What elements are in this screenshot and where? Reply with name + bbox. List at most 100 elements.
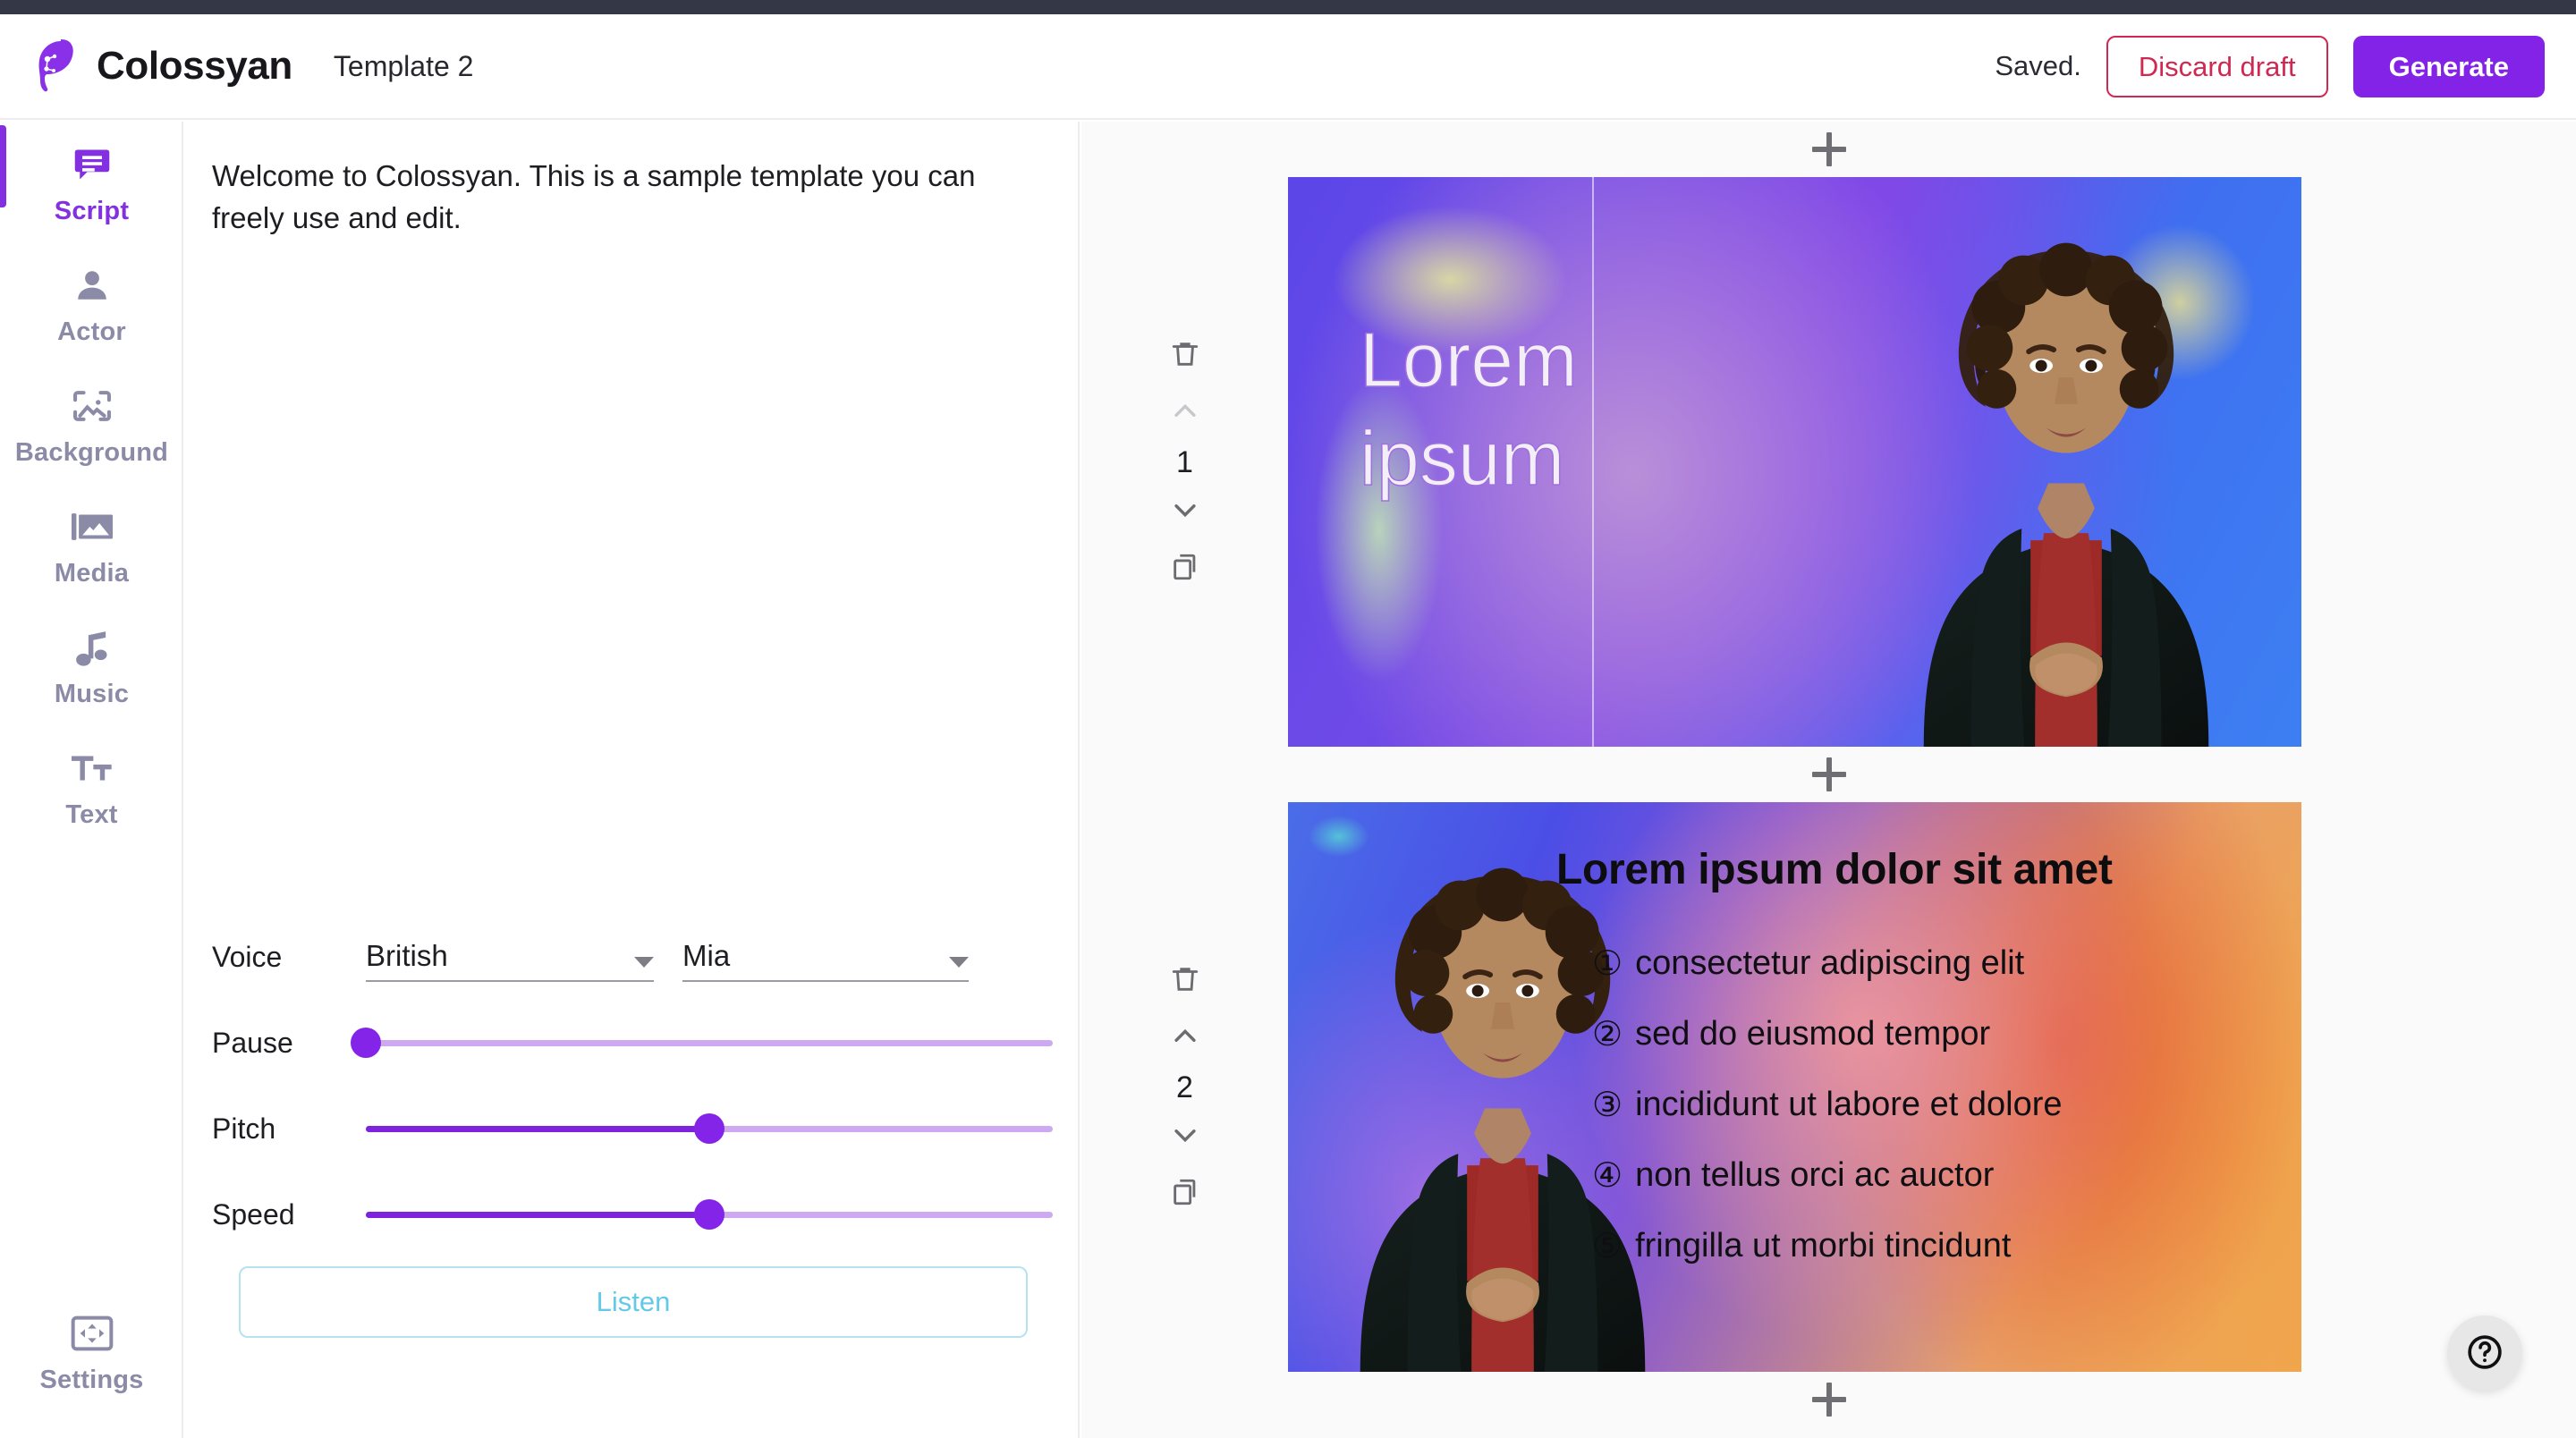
question-mark-circle-icon [2465,1332,2504,1375]
trash-icon [1170,339,1200,372]
person-icon [73,262,111,309]
pitch-row: Pitch [212,1086,1053,1172]
aspect-ratio-icon [71,1310,114,1357]
scene-bullet-list[interactable]: ① consectetur adipiscing elit ② sed do e… [1592,943,2272,1297]
pause-row: Pause [212,1000,1053,1086]
text-format-icon [71,745,113,791]
delete-scene-button[interactable] [1157,327,1214,385]
sidebar-item-label: Background [14,438,169,467]
discard-draft-button[interactable]: Discard draft [2106,35,2328,97]
voice-accent-value: British [366,939,448,972]
speed-slider[interactable] [366,1197,1053,1232]
list-text: incididunt ut labore et dolore [1635,1086,2063,1123]
scene-title-text[interactable]: Lorem ipsum [1359,311,1843,508]
sidebar-item-actor[interactable]: Actor [0,242,183,363]
app-window: Colossyan Template 2 Saved. Discard draf… [0,0,2576,1438]
slider-fill [366,1212,709,1218]
presenter-actor[interactable] [1856,177,2276,747]
save-status: Saved. [1995,50,2081,81]
image-frame-icon [72,383,113,429]
scene-preview[interactable]: Lorem ipsum dolor sit amet ① consectetur… [1288,802,2301,1372]
generate-button[interactable]: Generate [2352,35,2545,97]
sidebar-item-label: Script [54,197,130,225]
scenes-canvas: 1 Lorem ipsum 2 Lorem ipsum dolor sit am… [1081,122,2576,1438]
header-actions: Saved. Discard draft Generate [1995,35,2545,97]
help-button[interactable] [2447,1315,2522,1391]
list-item: ⑤ fringilla ut morbi tincidunt [1592,1226,2272,1266]
sidebar-item-script[interactable]: Script [0,122,183,242]
copy-icon [1170,552,1200,585]
app-header: Colossyan Template 2 Saved. Discard draf… [0,14,2576,120]
delete-scene-button[interactable] [1157,952,1214,1010]
brand-name: Colossyan [97,44,292,88]
listen-button[interactable]: Listen [239,1266,1028,1338]
window-titlebar [0,0,2576,14]
pause-label: Pause [212,1026,293,1059]
add-scene-button[interactable] [1809,1379,1850,1420]
duplicate-scene-button[interactable] [1157,540,1214,597]
pause-slider[interactable] [351,1025,1053,1061]
chevron-up-icon [1170,1021,1200,1054]
list-marker: ② [1592,1016,1623,1053]
scene-index: 2 [1176,1070,1193,1104]
music-note-icon [74,624,110,671]
duplicate-scene-button[interactable] [1157,1165,1214,1222]
voice-label: Voice [212,940,283,973]
scene-heading[interactable]: Lorem ipsum dolor sit amet [1556,845,2263,894]
slider-thumb[interactable] [351,1028,381,1058]
chevron-down-icon [634,957,654,968]
move-scene-down-button[interactable] [1157,1108,1214,1165]
sidebar-item-music[interactable]: Music [0,605,183,725]
sidebar-item-label: Text [65,800,118,829]
photo-stack-icon [71,503,113,550]
sidebar-item-background[interactable]: Background [0,363,183,484]
slider-thumb[interactable] [694,1199,724,1230]
script-panel: Welcome to Colossyan. This is a sample t… [185,122,1080,1438]
list-text: consectetur adipiscing elit [1635,944,2025,982]
trash-icon [1170,964,1200,997]
sidebar-item-label: Music [54,680,130,708]
chevron-down-icon [1170,1120,1200,1153]
move-scene-up-button[interactable] [1157,385,1214,442]
move-scene-down-button[interactable] [1157,483,1214,540]
sidebar-item-text[interactable]: Text [0,725,183,846]
add-scene-row-top [1081,122,2576,177]
add-scene-button[interactable] [1809,754,1850,795]
colossyan-head-logo-icon [30,39,80,93]
scene-preview[interactable]: Lorem ipsum [1288,177,2301,747]
scene-index: 1 [1176,444,1193,479]
voice-controls: Voice British Mia Pause Pitch Speed List… [185,914,1078,1338]
pitch-slider[interactable] [366,1111,1053,1146]
script-textarea[interactable]: Welcome to Colossyan. This is a sample t… [212,156,1024,240]
list-item: ② sed do eiusmod tempor [1592,1014,2272,1054]
list-item: ④ non tellus orci ac auctor [1592,1155,2272,1196]
list-marker: ④ [1592,1157,1623,1195]
sidebar-item-settings[interactable]: Settings [0,1290,183,1411]
voice-row: Voice British Mia [212,914,1053,1000]
list-item: ① consectetur adipiscing elit [1592,943,2272,984]
speed-label: Speed [212,1197,295,1231]
add-scene-button[interactable] [1809,129,1850,170]
chevron-down-icon [1170,495,1200,528]
speed-row: Speed [212,1172,1053,1257]
move-scene-up-button[interactable] [1157,1010,1214,1067]
voice-actor-select[interactable]: Mia [682,932,969,982]
sidebar-item-media[interactable]: Media [0,484,183,605]
brand[interactable]: Colossyan [30,39,292,93]
slider-fill [366,1126,709,1132]
left-sidebar: Script Actor Background Media Music Text… [0,122,183,1438]
sidebar-item-label: Actor [57,317,126,346]
chat-bubble-icon [72,141,112,188]
scene-row: 1 Lorem ipsum [1081,177,2576,747]
scene-title-line: Lorem [1359,317,1578,404]
list-marker: ⑤ [1592,1228,1623,1265]
slider-thumb[interactable] [694,1113,724,1144]
voice-actor-value: Mia [682,939,731,972]
list-marker: ① [1592,945,1623,983]
add-scene-row-bottom [1081,1372,2576,1427]
sidebar-item-label: Media [54,559,130,588]
voice-accent-select[interactable]: British [366,932,654,982]
chevron-down-icon [949,957,969,968]
sidebar-item-label: Settings [39,1366,144,1394]
document-title[interactable]: Template 2 [334,50,474,83]
